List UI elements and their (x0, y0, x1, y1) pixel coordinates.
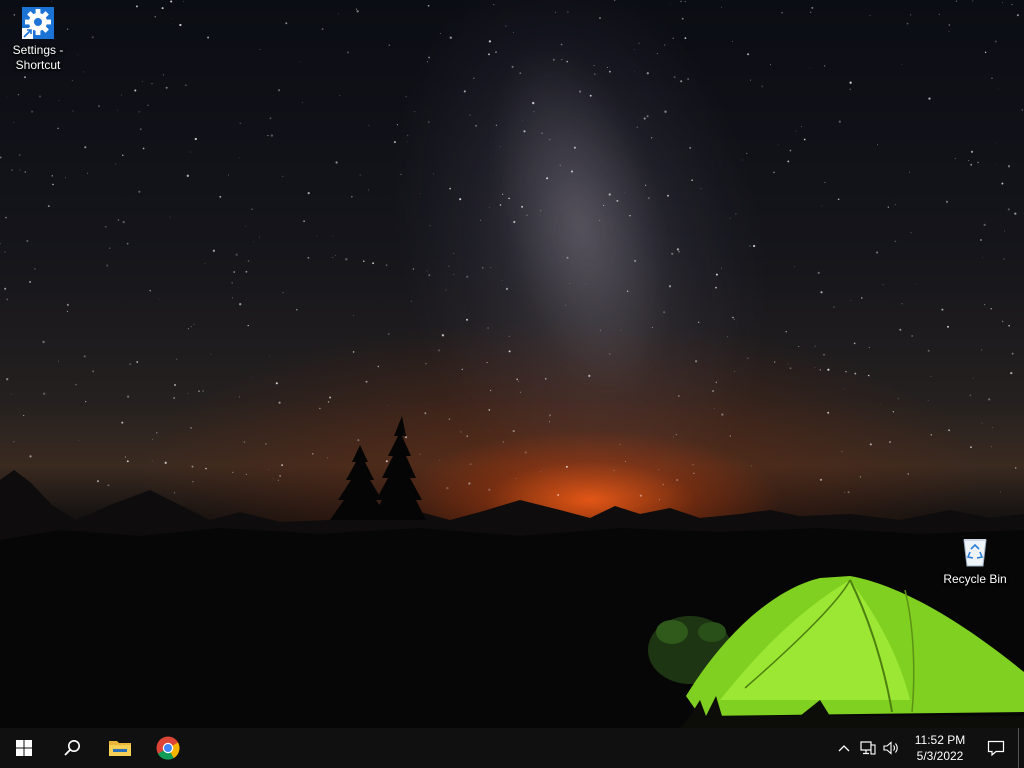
desktop-icon-recycle-bin[interactable]: Recycle Bin (937, 535, 1013, 587)
landscape-silhouette (0, 416, 1024, 728)
start-button[interactable] (0, 728, 48, 768)
taskbar-app-file-explorer[interactable] (96, 728, 144, 768)
clock-date: 5/3/2022 (916, 749, 964, 763)
search-button[interactable] (48, 728, 96, 768)
search-icon (64, 740, 80, 756)
action-center-icon (987, 740, 1005, 756)
desktop-icon-settings-shortcut[interactable]: Settings - Shortcut (0, 6, 76, 73)
folder-icon (109, 741, 131, 756)
clock-time: 11:52 PM (914, 733, 966, 747)
desktop-icon-label: Recycle Bin (943, 572, 1007, 586)
clock[interactable]: 11:52 PM 5/3/2022 (910, 728, 970, 768)
desktop-wallpaper (0, 0, 1024, 728)
show-desktop-button[interactable] (1018, 728, 1024, 768)
volume-button[interactable] (880, 728, 904, 768)
taskbar: 11:52 PM 5/3/2022 (0, 728, 1024, 768)
taskbar-app-chrome[interactable] (144, 728, 192, 768)
action-center-button[interactable] (974, 728, 1018, 768)
show-hidden-icons-button[interactable] (832, 728, 856, 768)
network-button[interactable] (856, 728, 880, 768)
chevron-up-icon (838, 745, 850, 752)
settings-gear-icon (21, 6, 55, 40)
volume-icon (883, 741, 898, 755)
recycle-bin-icon (958, 535, 992, 569)
desktop-icon-label: Settings - Shortcut (12, 43, 64, 72)
network-icon (860, 741, 876, 755)
chrome-icon (156, 736, 180, 760)
windows-logo-icon (16, 740, 32, 756)
system-tray: 11:52 PM 5/3/2022 (832, 728, 1024, 768)
